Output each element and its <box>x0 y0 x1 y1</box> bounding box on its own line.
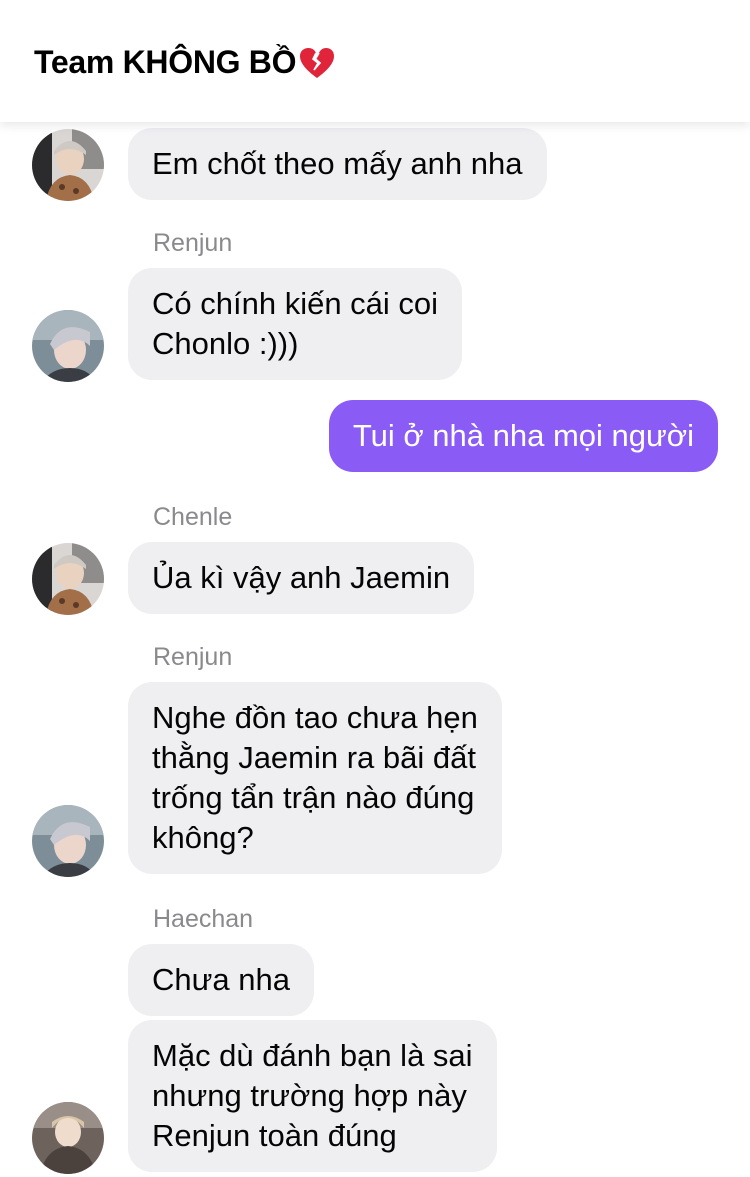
sender-name: Haechan <box>153 905 254 933</box>
message-bubble[interactable]: Ủa kì vậy anh Jaemin <box>128 542 475 614</box>
outgoing-message-bubble[interactable]: Tui ở nhà nha mọi người <box>328 400 718 472</box>
conversation-title[interactable]: Team KHÔNG BỒ <box>34 44 336 81</box>
sender-name: Chenle <box>153 503 233 531</box>
message-bubble[interactable]: Mặc dù đánh bạn là sai nhưng trường hợp … <box>128 1020 497 1172</box>
avatar[interactable] <box>32 1102 104 1174</box>
avatar[interactable] <box>32 310 104 382</box>
avatar[interactable] <box>32 543 104 615</box>
message-bubble[interactable]: Chưa nha <box>128 944 314 1016</box>
message-bubble[interactable]: Nghe đồn tao chưa hẹn thằng Jaemin ra bã… <box>128 682 502 874</box>
avatar[interactable] <box>32 129 104 201</box>
sender-name: Renjun <box>153 643 233 671</box>
chat-header: Team KHÔNG BỒ <box>0 0 750 122</box>
message-bubble[interactable]: Có chính kiến cái coi Chonlo :))) <box>128 268 463 380</box>
avatar[interactable] <box>32 805 104 877</box>
message-bubble[interactable]: Em chốt theo mấy anh nha <box>128 128 547 200</box>
broken-heart-icon <box>298 46 336 80</box>
conversation-title-text: Team KHÔNG BỒ <box>34 44 297 80</box>
sender-name: Renjun <box>153 229 233 257</box>
